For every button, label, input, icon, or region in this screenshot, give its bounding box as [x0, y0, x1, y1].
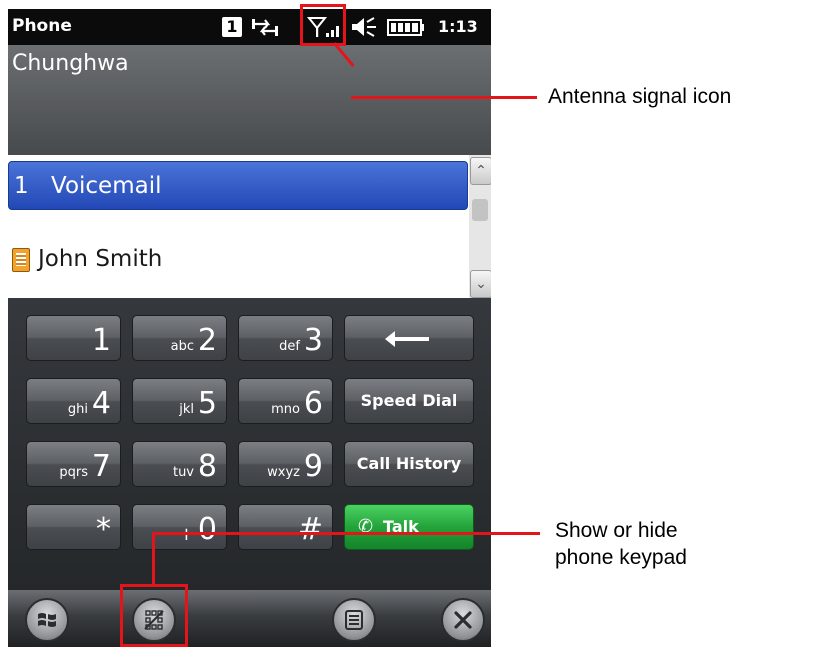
start-button[interactable]	[25, 598, 69, 642]
keypad-callout-line2: phone keypad	[555, 546, 687, 569]
data-connection-icon	[252, 19, 278, 36]
close-icon	[454, 611, 472, 629]
call-history-label: Call History	[356, 454, 462, 473]
key-digit: 0	[197, 512, 217, 547]
voicemail-label: Voicemail	[51, 173, 162, 199]
list-scrollbar[interactable]: ⌃ ⌄	[469, 155, 491, 298]
status-bar: Phone 1 1:13	[8, 9, 491, 45]
scroll-down-icon[interactable]: ⌄	[470, 270, 491, 298]
antenna-callout-text: Antenna signal icon	[548, 85, 732, 108]
key-letters: wxyz	[267, 465, 300, 480]
key-digit: 4	[91, 386, 111, 421]
carrier-name: Chunghwa	[12, 51, 129, 76]
bottom-command-bar	[8, 590, 491, 647]
key-2[interactable]: abc 2	[132, 315, 227, 361]
key-5[interactable]: jkl 5	[132, 378, 227, 424]
speed-dial-label: Speed Dial	[360, 391, 458, 410]
key-digit: 1	[91, 323, 111, 358]
voicemail-number: 1	[14, 173, 29, 199]
backspace-button[interactable]	[344, 315, 474, 361]
close-button[interactable]	[441, 598, 485, 642]
keypad-toggle-highlight-box	[120, 584, 188, 647]
menu-list-icon	[345, 610, 363, 630]
key-3[interactable]: def 3	[238, 315, 333, 361]
call-history-button[interactable]: Call History	[344, 441, 474, 487]
key-letters: ghi	[67, 402, 88, 417]
clock-time: 1:13	[438, 17, 478, 36]
backspace-arrow-icon	[385, 331, 429, 347]
phone-screen: Phone 1 1:13 Chunghwa 1 Voicemail John S…	[8, 9, 491, 647]
scroll-thumb[interactable]	[472, 199, 488, 221]
menu-button[interactable]	[332, 598, 376, 642]
key-7[interactable]: pqrs 7	[26, 441, 121, 487]
key-digit: #	[297, 512, 323, 547]
key-digit: 7	[91, 449, 111, 484]
key-letters: jkl	[179, 402, 194, 417]
list-item-contact[interactable]: John Smith	[8, 240, 466, 280]
key-digit: 2	[197, 323, 217, 358]
key-digit: 6	[303, 386, 323, 421]
key-star[interactable]: *	[26, 504, 121, 550]
windows-logo-icon	[38, 613, 56, 627]
key-letters: pqrs	[59, 465, 88, 480]
battery-icon	[387, 19, 424, 36]
speaker-volume-icon	[352, 17, 376, 37]
sim-slot-icon: 1	[222, 17, 242, 37]
key-letters: def	[279, 339, 300, 354]
key-9[interactable]: wxyz 9	[238, 441, 333, 487]
key-letters: abc	[170, 339, 194, 354]
key-letters: mno	[271, 402, 300, 417]
phone-keypad: 1 abc 2 def 3 ghi 4 jkl 5 mno 6 Speed Di…	[8, 298, 491, 590]
contact-card-icon	[12, 248, 30, 272]
key-hash[interactable]: #	[238, 504, 333, 550]
key-digit: 8	[197, 449, 217, 484]
antenna-highlight-box	[300, 4, 346, 46]
keypad-callout-text: Show or hide phone keypad	[555, 517, 687, 571]
keypad-callout-line1: Show or hide	[555, 519, 678, 542]
talk-button[interactable]: ✆ Talk	[344, 504, 474, 550]
list-item-voicemail[interactable]: 1 Voicemail	[8, 161, 468, 210]
speed-dial-list: 1 Voicemail John Smith ⌃ ⌄	[8, 155, 491, 298]
key-digit: 9	[303, 449, 323, 484]
key-letters: tuv	[172, 465, 194, 480]
scroll-up-icon[interactable]: ⌃	[470, 157, 491, 185]
key-digit: *	[96, 512, 111, 547]
key-digit: 5	[197, 386, 217, 421]
key-0[interactable]: + 0	[132, 504, 227, 550]
key-digit: 3	[303, 323, 323, 358]
antenna-callout-line-horizontal	[351, 96, 537, 99]
key-1[interactable]: 1	[26, 315, 121, 361]
keypad-callout-line-horizontal	[152, 532, 540, 535]
carrier-area: Chunghwa	[8, 45, 491, 155]
app-title: Phone	[12, 16, 72, 36]
speed-dial-button[interactable]: Speed Dial	[344, 378, 474, 424]
key-8[interactable]: tuv 8	[132, 441, 227, 487]
key-6[interactable]: mno 6	[238, 378, 333, 424]
keypad-callout-line-vertical	[152, 532, 155, 585]
contact-name: John Smith	[38, 246, 163, 272]
key-4[interactable]: ghi 4	[26, 378, 121, 424]
